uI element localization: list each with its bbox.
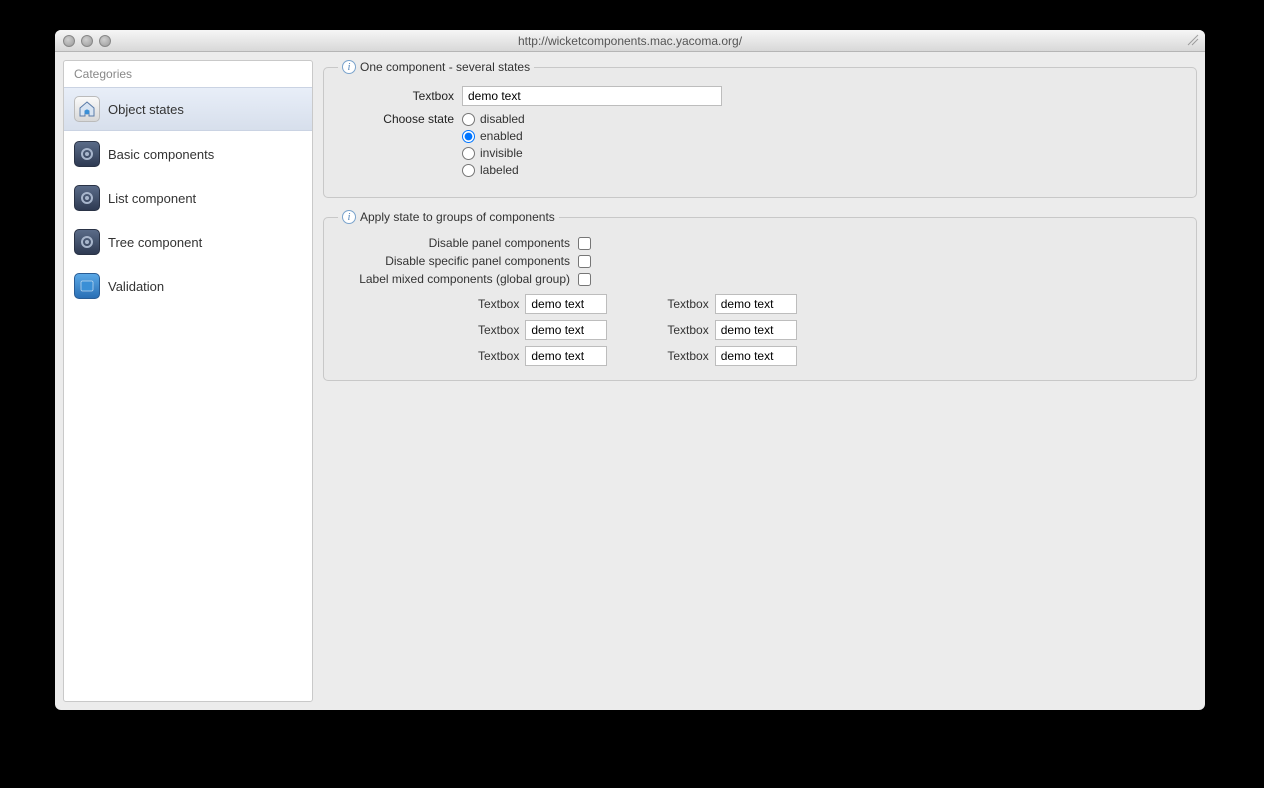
close-button[interactable] <box>63 35 75 47</box>
radio-label: disabled <box>480 112 525 126</box>
group-apply-state: i Apply state to groups of components Di… <box>323 210 1197 381</box>
textbox-input[interactable] <box>525 294 607 314</box>
group-legend: i Apply state to groups of components <box>338 210 559 224</box>
textbox-row: Textbox <box>478 346 607 366</box>
radio-enabled[interactable]: enabled <box>462 129 525 143</box>
sidebar-item-basic-components[interactable]: Basic components <box>64 133 312 175</box>
legend-text: One component - several states <box>360 60 530 74</box>
sidebar-item-label: Object states <box>108 102 184 117</box>
textbox-row: Textbox <box>667 320 796 340</box>
checkbox-input[interactable] <box>578 255 591 268</box>
textbox-label: Textbox <box>478 349 519 363</box>
radio-invisible[interactable]: invisible <box>462 146 525 160</box>
textbox-row: Textbox <box>478 320 607 340</box>
textbox-input[interactable] <box>525 320 607 340</box>
radio-label: invisible <box>480 146 523 160</box>
comp-icon <box>74 185 100 211</box>
checkbox-input[interactable] <box>578 237 591 250</box>
window-title: http://wicketcomponents.mac.yacoma.org/ <box>55 34 1205 48</box>
resize-icon[interactable] <box>1187 34 1199 46</box>
sidebar-item-validation[interactable]: Validation <box>64 265 312 307</box>
textbox-row: Textbox <box>478 294 607 314</box>
textbox-input[interactable] <box>715 294 797 314</box>
textbox-row: Textbox <box>667 294 796 314</box>
sidebar-item-label: Basic components <box>108 147 214 162</box>
sidebar-item-tree-component[interactable]: Tree component <box>64 221 312 263</box>
sidebar-item-label: Tree component <box>108 235 202 250</box>
checkbox-row: Disable panel components <box>338 236 1182 250</box>
sidebar-title: Categories <box>64 61 312 85</box>
radio-labeled[interactable]: labeled <box>462 163 525 177</box>
checkbox-label: Disable specific panel components <box>338 254 578 268</box>
radio-disabled[interactable]: disabled <box>462 112 525 126</box>
titlebar: http://wicketcomponents.mac.yacoma.org/ <box>55 30 1205 52</box>
textbox-input[interactable] <box>462 86 722 106</box>
comp-icon <box>74 141 100 167</box>
categories-sidebar: Categories Object states Basic components… <box>63 60 313 702</box>
radio-input-enabled[interactable] <box>462 130 475 143</box>
textbox-input[interactable] <box>715 346 797 366</box>
sidebar-item-label: List component <box>108 191 196 206</box>
textbox-label: Textbox <box>667 323 708 337</box>
group-one-component: i One component - several states Textbox… <box>323 60 1197 198</box>
textbox-row: Textbox <box>667 346 796 366</box>
textbox-label: Textbox <box>478 297 519 311</box>
textbox-label: Textbox <box>338 89 462 103</box>
home-icon <box>74 96 100 122</box>
radio-label: labeled <box>480 163 519 177</box>
app-window: http://wicketcomponents.mac.yacoma.org/ … <box>55 30 1205 710</box>
comp-icon <box>74 229 100 255</box>
zoom-button[interactable] <box>99 35 111 47</box>
minimize-button[interactable] <box>81 35 93 47</box>
sidebar-item-label: Validation <box>108 279 164 294</box>
main-panel: i One component - several states Textbox… <box>323 60 1197 702</box>
textbox-input[interactable] <box>715 320 797 340</box>
sidebar-item-list-component[interactable]: List component <box>64 177 312 219</box>
content-area: Categories Object states Basic components… <box>55 52 1205 710</box>
checkbox-row: Label mixed components (global group) <box>338 272 1182 286</box>
textbox-label: Textbox <box>667 349 708 363</box>
checkbox-row: Disable specific panel components <box>338 254 1182 268</box>
radio-label: enabled <box>480 129 523 143</box>
radio-input-labeled[interactable] <box>462 164 475 177</box>
choose-state-label: Choose state <box>338 112 462 126</box>
checkbox-label: Disable panel components <box>338 236 578 250</box>
checkbox-input[interactable] <box>578 273 591 286</box>
radio-input-disabled[interactable] <box>462 113 475 126</box>
info-icon[interactable]: i <box>342 60 356 74</box>
sidebar-item-object-states[interactable]: Object states <box>64 87 312 131</box>
radio-input-invisible[interactable] <box>462 147 475 160</box>
group-legend: i One component - several states <box>338 60 534 74</box>
textbox-label: Textbox <box>667 297 708 311</box>
textbox-grid: Textbox Textbox Textbox Textbox Textbox Text… <box>478 294 1182 366</box>
legend-text: Apply state to groups of components <box>360 210 555 224</box>
info-icon[interactable]: i <box>342 210 356 224</box>
checkbox-label: Label mixed components (global group) <box>338 272 578 286</box>
textbox-label: Textbox <box>478 323 519 337</box>
textbox-input[interactable] <box>525 346 607 366</box>
traffic-lights <box>55 35 111 47</box>
val-icon <box>74 273 100 299</box>
